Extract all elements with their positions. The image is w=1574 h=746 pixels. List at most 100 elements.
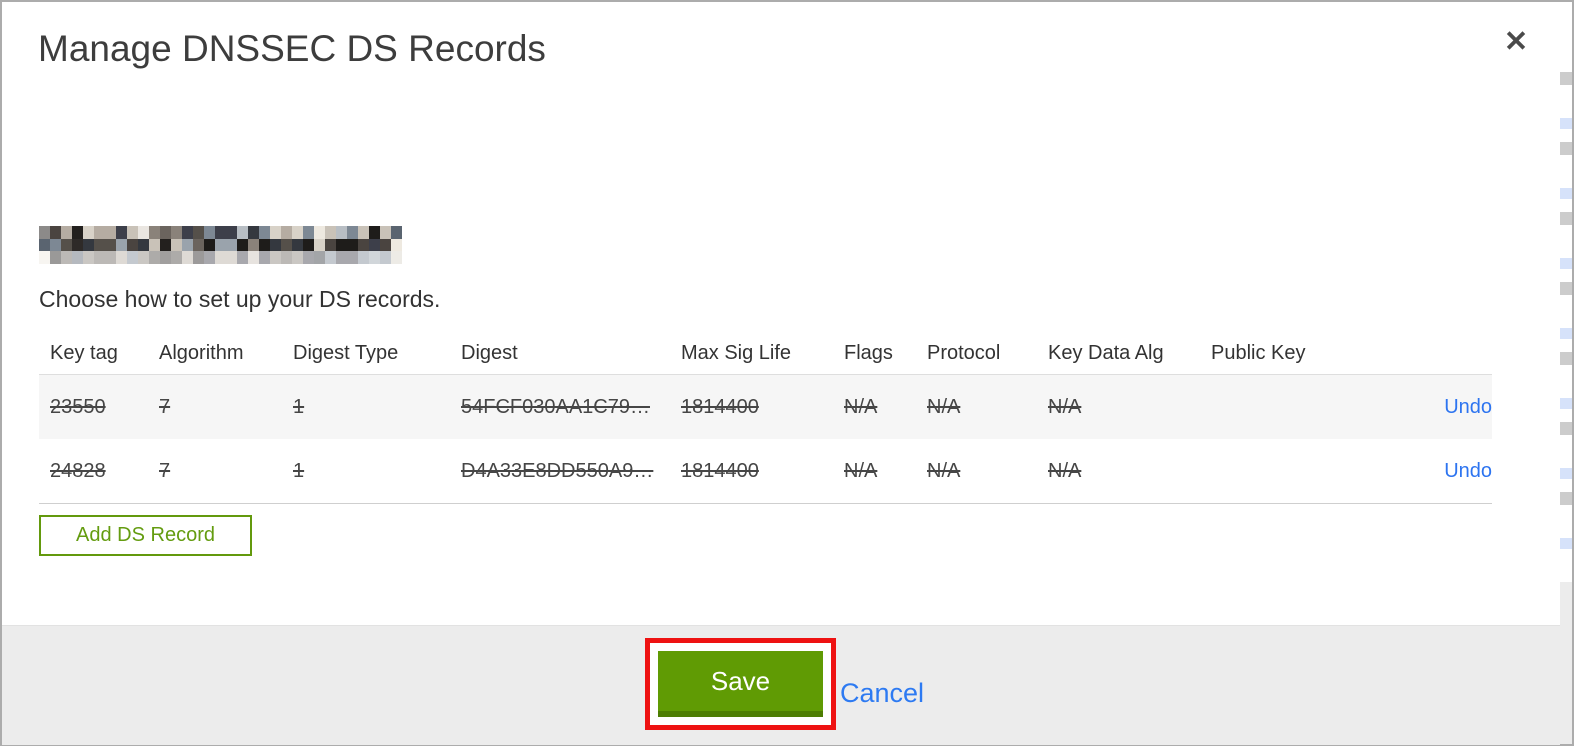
table-cell: N/A	[844, 395, 878, 418]
redaction-pixel	[347, 226, 358, 239]
redaction-pixel	[193, 251, 204, 264]
redaction-pixel	[127, 238, 138, 252]
redaction-pixel	[138, 238, 149, 252]
redaction-pixel	[83, 251, 94, 264]
redaction-pixel	[204, 238, 215, 252]
table-cell: 54FCF030AA1C79…	[461, 395, 650, 418]
redaction-pixel	[391, 226, 402, 239]
redaction-pixel	[303, 238, 314, 252]
table-cell: 7	[159, 395, 171, 418]
redaction-pixel	[358, 251, 369, 264]
redaction-pixel	[215, 238, 226, 252]
redaction-pixel	[83, 226, 94, 239]
column-header: Digest	[461, 341, 518, 364]
ds-records-table: Key tag Algorithm Digest Type Digest Max Sig…	[39, 332, 1492, 504]
redaction-pixel	[248, 226, 259, 239]
table-cell: 1	[293, 395, 305, 418]
close-icon[interactable]: ✕	[1494, 20, 1538, 64]
redaction-pixel	[281, 238, 292, 252]
redaction-pixel	[380, 251, 391, 264]
redaction-pixel	[270, 251, 281, 264]
redaction-pixel	[314, 251, 325, 264]
redaction-pixel	[358, 238, 369, 252]
redaction-pixel	[380, 238, 391, 252]
redaction-pixel	[127, 226, 138, 239]
redaction-pixel	[182, 238, 193, 252]
column-header: Protocol	[927, 341, 1001, 364]
redaction-pixel	[369, 238, 380, 252]
undo-link[interactable]: Undo	[1444, 396, 1492, 418]
redaction-pixel	[215, 251, 226, 264]
redaction-pixel	[193, 226, 204, 239]
redaction-pixel	[138, 226, 149, 239]
redaction-pixel	[171, 226, 182, 239]
redaction-pixel	[94, 251, 105, 264]
redaction-pixel	[281, 226, 292, 239]
redaction-pixel	[72, 251, 83, 264]
redaction-pixel	[292, 226, 303, 239]
subtitle-text: Choose how to set up your DS records.	[39, 286, 441, 312]
column-header: Key Data Alg	[1048, 341, 1164, 364]
redaction-pixel	[314, 238, 325, 252]
table-cell: N/A	[1048, 395, 1082, 418]
redaction-pixel	[61, 226, 72, 239]
redaction-pixel	[50, 238, 61, 252]
redaction-pixel	[94, 226, 105, 239]
add-ds-record-button[interactable]: Add DS Record	[39, 515, 252, 556]
column-header: Algorithm	[159, 341, 244, 364]
redaction-pixel	[369, 226, 380, 239]
redaction-pixel	[204, 226, 215, 239]
table-cell: N/A	[844, 459, 878, 482]
redaction-pixel	[204, 251, 215, 264]
column-header: Public Key	[1211, 341, 1306, 364]
redaction-pixel	[259, 251, 270, 264]
redaction-pixel	[226, 238, 237, 252]
table-cell: D4A33E8DD550A9…	[461, 459, 654, 482]
redaction-pixel	[325, 226, 336, 239]
redaction-pixel	[160, 226, 171, 239]
undo-link[interactable]: Undo	[1444, 460, 1492, 482]
cancel-link[interactable]: Cancel	[840, 678, 924, 709]
redaction-pixel	[116, 251, 127, 264]
redaction-pixel	[83, 238, 94, 252]
redaction-pixel	[149, 226, 160, 239]
column-header: Flags	[844, 341, 893, 364]
background-page-text-fragments	[1560, 72, 1572, 552]
redaction-pixel	[391, 238, 402, 252]
redaction-pixel	[314, 226, 325, 239]
save-button[interactable]: Save	[658, 651, 823, 717]
redaction-pixel	[380, 226, 391, 239]
redaction-pixel	[347, 251, 358, 264]
redaction-pixel	[72, 238, 83, 252]
redaction-pixel	[391, 251, 402, 264]
redaction-pixel	[215, 226, 226, 239]
redaction-pixel	[61, 238, 72, 252]
redaction-pixel	[149, 251, 160, 264]
table-row: 24828 7 1 D4A33E8DD550A9… 1814400 N/A N/A N/A Un…	[39, 439, 1492, 504]
table-cell: 1814400	[681, 395, 759, 418]
redaction-pixel	[281, 251, 292, 264]
redaction-pixel	[270, 226, 281, 239]
redaction-pixel	[259, 238, 270, 252]
redacted-domain-name	[39, 226, 402, 264]
page-title: Manage DNSSEC DS Records	[38, 28, 546, 69]
redaction-pixel	[149, 238, 160, 252]
redaction-pixel	[105, 226, 116, 239]
redaction-pixel	[138, 251, 149, 264]
background-page-footer-fragment	[1560, 582, 1572, 744]
table-cell: 7	[159, 459, 171, 482]
column-header: Key tag	[50, 341, 118, 364]
redaction-pixel	[336, 251, 347, 264]
save-highlight-annotation: Save	[645, 638, 836, 730]
redaction-pixel	[248, 238, 259, 252]
redaction-pixel	[237, 226, 248, 239]
redaction-pixel	[270, 238, 281, 252]
redaction-pixel	[182, 251, 193, 264]
table-cell-action: Undo	[1351, 375, 1492, 440]
redaction-pixel	[39, 238, 50, 252]
redaction-pixel	[226, 226, 237, 239]
redaction-pixel	[94, 238, 105, 252]
table-row: 23550 7 1 54FCF030AA1C79… 1814400 N/A N/A N/A Un…	[39, 374, 1492, 440]
column-header: Max Sig Life	[681, 341, 792, 364]
redaction-pixel	[358, 226, 369, 239]
